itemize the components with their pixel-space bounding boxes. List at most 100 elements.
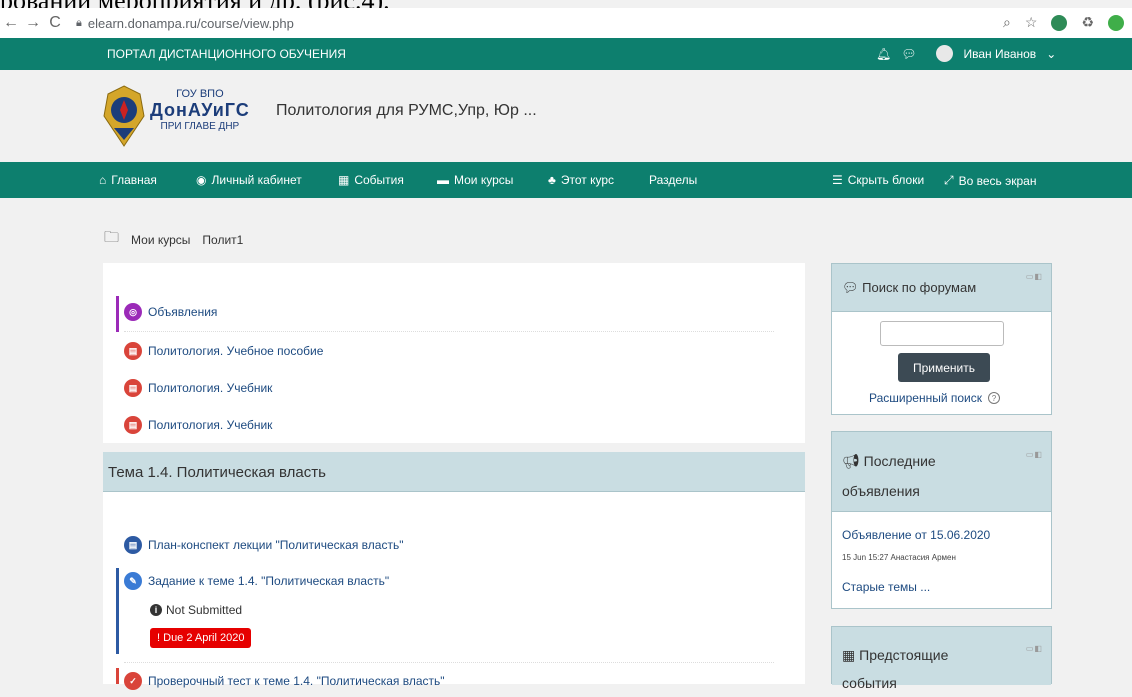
dashboard-icon: ◉ <box>196 173 207 187</box>
adblock-extension-icon[interactable] <box>1051 14 1068 31</box>
portal-top-bar: ПОРТАЛ ДИСТАНЦИОННОГО ОБУЧЕНИЯ 🔔︎ 💬︎ Ива… <box>0 38 1132 70</box>
advanced-search-label: Расширенный поиск <box>869 391 982 405</box>
logo-line-3: ПРИ ГЛАВЕ ДНР <box>160 121 240 132</box>
main-nav: ⌂ Главная ◉ Личный кабинет ▦ События ▬ М… <box>0 162 1132 198</box>
breadcrumb: 🗀 Мои курсы Полит1 <box>104 227 243 252</box>
nav-item-home[interactable]: ⌂ Главная <box>99 173 157 187</box>
quiz-icon: ✓ <box>124 672 142 690</box>
nav-item-dashboard[interactable]: ◉ Личный кабинет <box>196 173 302 187</box>
activity-label: Политология. Учебник <box>148 381 273 395</box>
activity-label: Политология. Учебник <box>148 418 273 432</box>
help-icon[interactable]: ? <box>988 392 1000 404</box>
avatar[interactable] <box>936 45 954 62</box>
caption-fragment: ровании мероприятия и др. (рис.4). <box>0 0 390 8</box>
logo-text[interactable]: ГОУ ВПО ДонАУиГС ПРИ ГЛАВЕ ДНР <box>150 88 250 132</box>
activity-label: Задание к теме 1.4. "Политическая власть… <box>148 574 390 588</box>
logo-line-1: ГОУ ВПО <box>176 88 224 100</box>
sitemap-icon: ♣ <box>548 173 556 187</box>
activity-label: Объявления <box>148 305 218 319</box>
url-text: elearn.donampa.ru/course/view.php <box>87 15 294 31</box>
calendar-icon: ▦ <box>338 173 350 187</box>
chevron-down-icon[interactable]: ⌄ <box>1046 47 1056 61</box>
forward-icon[interactable]: → <box>22 14 44 32</box>
nav-label: Личный кабинет <box>211 173 302 187</box>
activity-forum[interactable]: ◎ Объявления <box>124 303 217 321</box>
block-title: Поиск по форумам <box>862 280 977 295</box>
highlight-bar <box>116 568 119 654</box>
emblem-icon[interactable] <box>100 82 148 150</box>
course-title: Политология для РУМС,Упр, Юр ... <box>276 102 537 119</box>
nav-label: События <box>354 173 404 187</box>
briefcase-icon: ▬ <box>437 173 449 187</box>
assignment-icon: ✎ <box>124 572 142 590</box>
block-forum-search: 💬︎ Поиск по форумам ▭◧ Применить Расшире… <box>831 263 1052 415</box>
back-icon[interactable]: ← <box>0 14 22 32</box>
news-item-title[interactable]: Объявление от 15.06.2020 <box>842 528 990 542</box>
fullscreen-label: Во весь экран <box>958 173 1037 188</box>
block-latest-news: 📢︎ Последние объявления ▭◧ Объявление от… <box>831 431 1052 609</box>
block-title-line1: Последние <box>863 453 936 469</box>
portal-title[interactable]: ПОРТАЛ ДИСТАНЦИОННОГО ОБУЧЕНИЯ <box>107 47 346 61</box>
address-bar[interactable]: 🔒︎ elearn.donampa.ru/course/view.php <box>76 16 294 31</box>
highlight-bar <box>116 668 119 684</box>
shield-extension-icon[interactable] <box>1108 14 1124 31</box>
home-icon: ⌂ <box>99 173 107 187</box>
block-controls-icon[interactable]: ▭◧ <box>1026 635 1043 663</box>
section-title[interactable]: Тема 1.4. Политическая власть <box>103 452 805 492</box>
activity-pdf[interactable]: ▤ Политология. Учебник <box>124 379 272 397</box>
activity-assignment[interactable]: ✎ Задание к теме 1.4. "Политическая влас… <box>124 572 389 590</box>
lock-icon: 🔒︎ <box>76 16 82 29</box>
forum-search-input[interactable] <box>880 321 1004 346</box>
news-item-meta: 15 Jun 15:27 Анастасия Армен <box>842 553 956 562</box>
apply-button[interactable]: Применить <box>898 353 990 382</box>
folder-icon: 🗀 <box>104 229 120 246</box>
block-controls-icon[interactable]: ▭◧ <box>1026 440 1043 470</box>
star-icon[interactable]: ☆ <box>1025 14 1038 31</box>
activity-label: План-конспект лекции "Политическая власт… <box>148 538 404 552</box>
hide-blocks-button[interactable]: ☰ Скрыть блоки <box>832 173 924 187</box>
nav-item-this-course[interactable]: ♣ Этот курс <box>548 173 614 187</box>
status-text: Not Submitted <box>166 603 243 617</box>
breadcrumb-course[interactable]: Полит1 <box>202 233 243 247</box>
bullhorn-icon: 📢︎ <box>842 453 860 469</box>
browser-toolbar: ← → C 🔒︎ elearn.donampa.ru/course/view.p… <box>0 8 1132 38</box>
nav-item-sections[interactable]: Разделы <box>649 173 697 187</box>
block-controls-icon[interactable]: ▭◧ <box>1026 272 1043 281</box>
nav-label: Главная <box>111 173 157 187</box>
block-header: 📢︎ Последние объявления ▭◧ <box>832 432 1051 512</box>
activity-pdf[interactable]: ▤ Политология. Учебник <box>124 416 272 434</box>
highlight-bar <box>116 296 119 332</box>
block-title-line2: объявления <box>842 483 920 499</box>
exclamation-icon: ! <box>157 632 161 644</box>
zoom-icon[interactable]: ⌕ <box>1003 14 1011 31</box>
logo-line-2: ДонАУиГС <box>150 100 250 120</box>
pdf-icon: ▤ <box>124 379 142 397</box>
recycle-extension-icon[interactable]: ♻ <box>1081 14 1094 31</box>
bell-icon[interactable]: 🔔︎ <box>876 47 891 61</box>
nav-item-events[interactable]: ▦ События <box>338 173 404 187</box>
calendar-icon: ▦ <box>842 647 856 663</box>
breadcrumb-my-courses[interactable]: Мои курсы <box>131 233 190 247</box>
chat-icon[interactable]: 💬︎ <box>901 47 916 61</box>
nav-label: Этот курс <box>560 173 615 187</box>
advanced-search-link[interactable]: Расширенный поиск ? <box>869 391 1000 405</box>
fullscreen-button[interactable]: ⤢ Во весь экран <box>944 173 1036 188</box>
nav-item-my-courses[interactable]: ▬ Мои курсы <box>437 173 513 187</box>
due-date-text: Due 2 April 2020 <box>163 632 245 644</box>
activity-pdf[interactable]: ▤ Политология. Учебное пособие <box>124 342 323 360</box>
activity-page[interactable]: ▤ План-конспект лекции "Политическая вла… <box>124 536 403 554</box>
submission-status: i Not Submitted <box>150 603 242 617</box>
older-topics-link[interactable]: Старые темы ... <box>842 580 930 594</box>
block-title-line1: Предстоящие <box>859 647 949 663</box>
course-section-topic: ▤ План-конспект лекции "Политическая вла… <box>103 492 805 690</box>
activity-quiz[interactable]: ✓ Проверочный тест к теме 1.4. "Политиче… <box>124 672 445 690</box>
expand-icon: ⤢ <box>944 173 954 187</box>
comments-icon: 💬︎ <box>842 280 859 295</box>
divider <box>124 331 774 332</box>
reload-icon[interactable]: C <box>44 14 66 32</box>
block-header: 💬︎ Поиск по форумам ▭◧ <box>832 264 1051 312</box>
nav-label: Разделы <box>649 173 698 187</box>
activity-label: Политология. Учебное пособие <box>148 344 324 358</box>
user-menu-name[interactable]: Иван Иванов <box>963 47 1036 61</box>
pdf-icon: ▤ <box>124 342 142 360</box>
